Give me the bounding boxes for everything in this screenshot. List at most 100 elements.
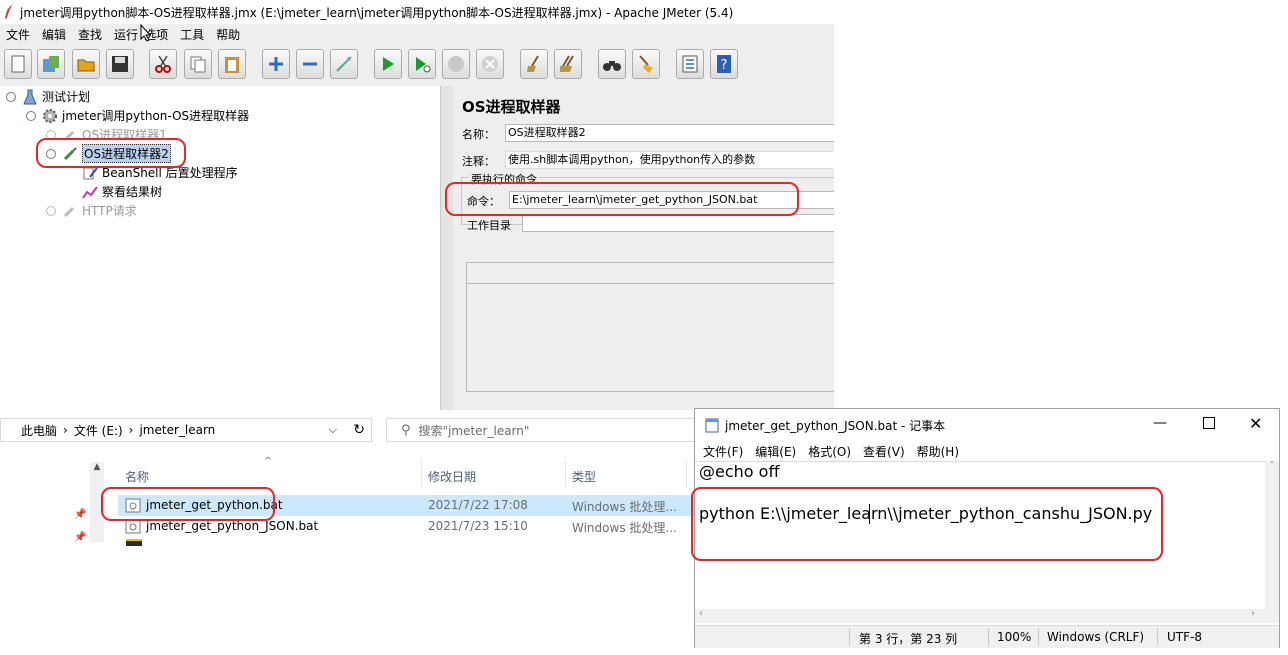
search-icon: ⚲ [401,422,411,438]
name-field[interactable]: OS进程取样器2 [505,124,834,142]
expand-all-button[interactable] [262,49,290,79]
workdir-label: 工作目录 [467,219,511,232]
toggle-button[interactable] [330,49,358,79]
search-placeholder: 搜索"jmeter_learn" [418,423,530,438]
horizontal-scrollbar[interactable]: ‹ › [695,608,1279,623]
environment-table[interactable] [466,262,834,392]
clear-button[interactable] [520,49,548,79]
notepad-statusbar: 第 3 行，第 23 列 100% Windows (CRLF) UTF-8 [695,625,1279,648]
tree-node-http[interactable]: HTTP请求 [62,201,137,220]
copy-button[interactable] [184,49,212,79]
sampler-config-panel: OS进程取样器 名称： OS进程取样器2 注释： 使用.sh脚本调用python… [445,86,834,410]
tree-toggle-thread-group[interactable] [26,111,36,121]
menu-file[interactable]: 文件 [6,26,30,43]
partial-file-icon [126,539,142,546]
search-button[interactable] [598,49,626,79]
help-book-icon: ? [717,55,731,73]
name-label: 名称： [462,128,495,141]
pin-icon[interactable]: 📌 [74,532,86,543]
shutdown-button[interactable] [476,49,504,79]
column-name[interactable]: 名称 [125,468,149,485]
menu-tools[interactable]: 工具 [180,26,204,43]
np-menu-help[interactable]: 帮助(H) [917,443,959,460]
status-position: 第 3 行，第 23 列 [859,632,958,646]
sort-ascending-icon: ^ [264,456,273,467]
breadcrumb-this-pc[interactable]: 此电脑 [21,422,57,439]
np-menu-view[interactable]: 查看(V) [863,443,905,460]
tree-toggle-test-plan[interactable] [6,92,16,102]
column-type[interactable]: 类型 [572,468,596,485]
column-divider[interactable] [686,462,687,488]
np-menu-edit[interactable]: 编辑(E) [755,443,796,460]
paste-button[interactable] [218,49,246,79]
tree-toggle-http[interactable] [46,206,56,216]
workdir-field[interactable] [522,214,834,232]
status-encoding: UTF-8 [1167,630,1202,644]
list-icon [682,55,698,73]
environment-table-header [467,263,834,284]
address-bar[interactable]: 此电脑 › 文件 (E:) › jmeter_learn ⌵ ↻ [0,418,372,442]
start-no-pauses-button[interactable] [408,49,436,79]
new-button[interactable] [4,49,32,79]
highlight-command-field [445,182,799,216]
file-explorer: 此电脑 › 文件 (E:) › jmeter_learn ⌵ ↻ ⚲ 搜索"jm… [0,410,706,655]
file-type: Windows 批处理... [572,500,677,514]
stop-button[interactable] [442,49,470,79]
menu-run[interactable]: 运行 [114,26,138,43]
reset-search-button[interactable] [632,49,660,79]
np-menu-file[interactable]: 文件(F) [703,443,743,460]
open-button[interactable] [72,49,100,79]
menu-help[interactable]: 帮助 [216,26,240,43]
cut-button[interactable] [149,49,177,79]
jmeter-feather-icon [5,5,12,19]
broom-all-icon [560,55,574,72]
breadcrumb-drive[interactable]: 文件 (E:) [74,422,123,439]
scroll-right-icon[interactable]: › [1251,608,1255,619]
column-divider[interactable] [421,462,422,488]
jmeter-window: jmeter调用python脚本-OS进程取样器.jmx (E:\jmeter_… [0,0,834,410]
minimize-icon[interactable]: — [1153,415,1167,431]
scroll-left-icon[interactable]: ‹ [699,608,703,619]
notepad-icon [705,418,719,433]
chevron-down-icon[interactable]: ⌵ [329,423,337,437]
tree-node-test-plan[interactable]: 测试计划 [22,87,90,106]
function-helper-button[interactable] [676,49,704,79]
tree-node-result-tree[interactable]: 察看结果树 [82,182,162,201]
splitter-handle[interactable] [441,86,453,410]
text-line-1: @echo off [699,462,780,481]
refresh-icon[interactable]: ↻ [353,422,365,438]
column-divider[interactable] [565,462,566,488]
save-button[interactable] [106,49,134,79]
open-folder-icon [77,59,95,72]
menu-edit[interactable]: 编辑 [42,26,66,43]
clear-all-button[interactable] [554,49,582,79]
paste-clipboard-icon [225,57,239,73]
highlight-selected-sampler [36,138,186,168]
breadcrumb-folder[interactable]: jmeter_learn [139,423,215,437]
tree-node-thread-group[interactable]: jmeter调用python-OS进程取样器 [42,106,249,125]
notepad-menubar: 文件(F) 编辑(E) 格式(O) 查看(V) 帮助(H) [695,441,1279,461]
comment-field[interactable]: 使用.sh脚本调用python，使用python传入的参数 [505,151,834,169]
reset-search-broom-icon [639,55,653,73]
column-modified[interactable]: 修改日期 [428,468,476,485]
vertical-scrollbar[interactable]: ˄ [1265,461,1279,611]
close-icon[interactable]: ✕ [1249,414,1262,433]
np-menu-format[interactable]: 格式(O) [808,443,851,460]
pin-icon[interactable]: 📌 [74,509,86,520]
jmeter-menubar: 文件 编辑 查找 运行 选项 工具 帮助 [0,24,834,44]
help-button[interactable]: ? [710,49,738,79]
gear-icon [43,108,57,123]
scroll-up-icon[interactable]: ▲ [90,462,104,472]
collapse-all-button[interactable] [296,49,324,79]
plus-icon [269,57,283,71]
new-file-icon [11,55,25,73]
maximize-icon[interactable] [1203,417,1215,429]
breadcrumb-sep-icon: › [63,423,68,437]
templates-button[interactable] [37,49,65,79]
search-box[interactable]: ⚲ 搜索"jmeter_learn" [386,418,706,442]
scroll-up-icon[interactable]: ˄ [1265,461,1279,471]
pipette-icon [63,206,75,217]
start-button[interactable] [374,49,402,79]
broom-icon [527,55,539,72]
menu-search[interactable]: 查找 [78,26,102,43]
